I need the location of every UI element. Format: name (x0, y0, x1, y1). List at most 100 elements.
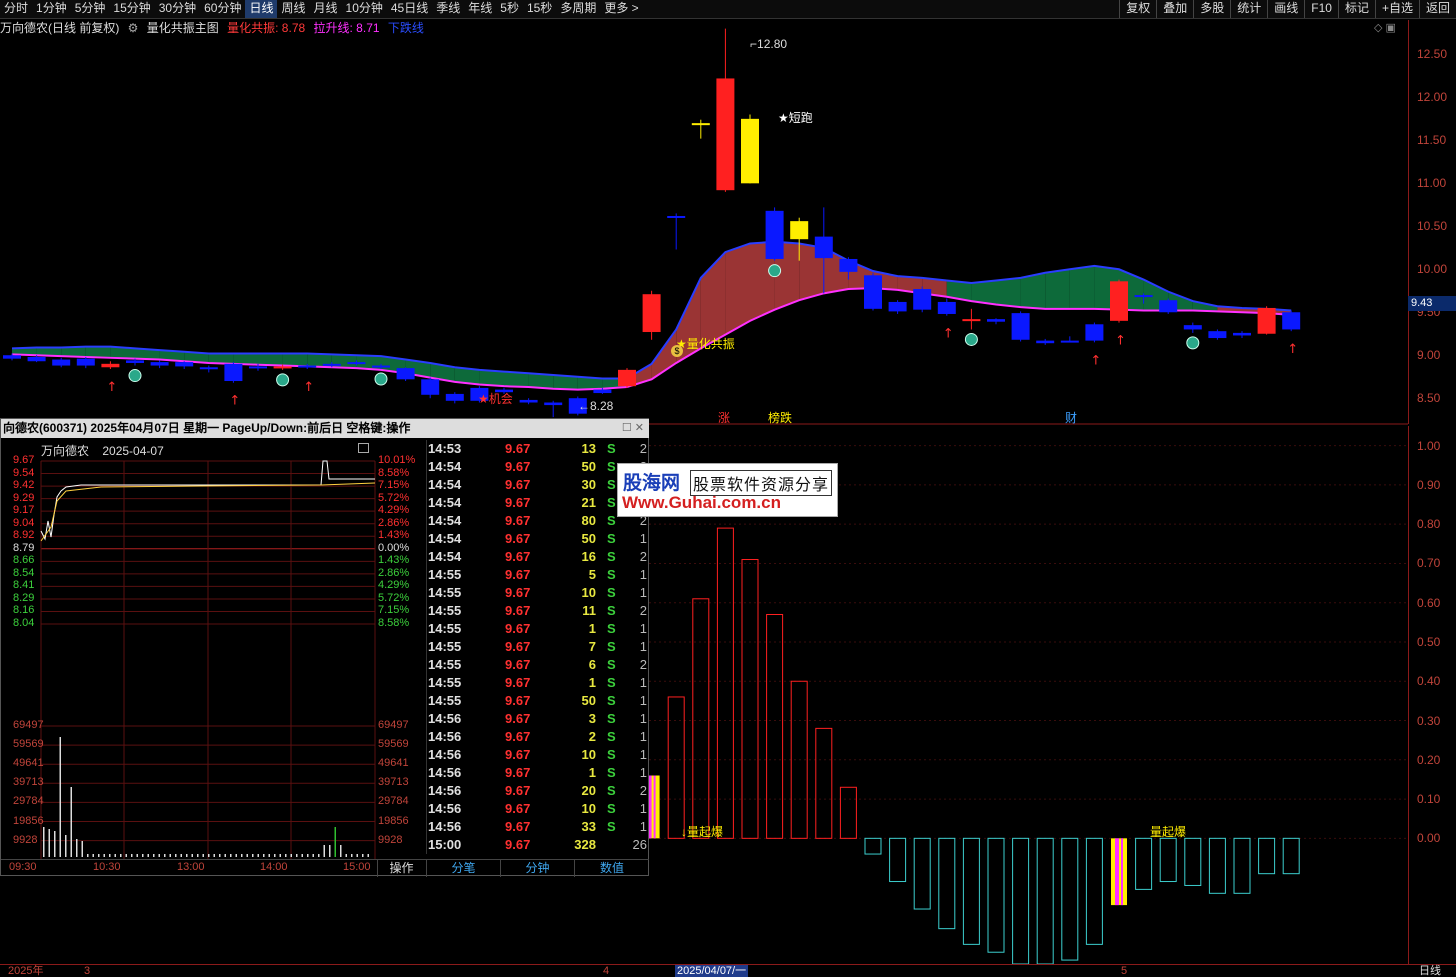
cai-tag[interactable]: 财 (1065, 409, 1077, 426)
volume-bar (169, 854, 171, 857)
volume-bar (246, 854, 248, 857)
bangdie-tag[interactable]: 榜跌 (768, 409, 792, 426)
volume-bar (59, 737, 61, 857)
candle-body (1159, 300, 1178, 313)
volume-right-label: 39713 (378, 776, 409, 789)
up-arrow-marker: ↑ (943, 327, 954, 342)
candle-body (519, 399, 538, 403)
trade-n: 2 (639, 549, 647, 564)
volume-bar (230, 854, 232, 857)
trade-v: 20 (581, 783, 596, 798)
cloud-segment (996, 277, 1021, 308)
volume-bar (241, 854, 243, 857)
indicator-bar (1036, 837, 1054, 965)
volume-bar (252, 854, 254, 857)
candle-body (888, 301, 907, 312)
indicator-tick: 0.70 (1417, 556, 1441, 571)
trade-n: 1 (639, 819, 647, 834)
price-left-label: 8.92 (13, 529, 35, 542)
pct-right-label: 4.29% (378, 579, 410, 592)
candle-body (101, 363, 120, 368)
trade-v: 3 (588, 711, 596, 726)
cloud-segment (1069, 265, 1095, 309)
intraday-popup[interactable]: 向德农(600371) 2025年04月07日 星期一 PageUp/Down:… (0, 418, 649, 877)
volume-bar (136, 854, 138, 857)
close-icon[interactable]: ✕ (635, 422, 644, 434)
trade-row: 14:56 9.67 33 S 1 (427, 818, 650, 836)
trade-n: 1 (639, 747, 647, 762)
popup-footer: 操作 分笔 分钟 数值 (1, 859, 649, 877)
volume-bar (312, 854, 314, 857)
maximize-icon[interactable]: ☐ (622, 422, 632, 434)
price-tick: 12.00 (1417, 90, 1448, 105)
trade-v: 10 (581, 747, 596, 762)
trade-s: S (607, 675, 616, 690)
operate-button[interactable]: 操作 (377, 860, 425, 877)
price-left-label: 9.04 (13, 516, 35, 529)
candle-body (249, 366, 267, 369)
trade-t: 14:54 (428, 477, 462, 492)
trade-t: 14:56 (428, 765, 462, 780)
trade-v: 11 (582, 603, 596, 618)
trade-row: 14:56 9.67 10 S 1 (427, 800, 650, 818)
candle-body (1011, 313, 1030, 340)
trade-t: 14:55 (428, 567, 462, 582)
trade-n: 1 (639, 729, 647, 744)
candle-body (593, 389, 612, 394)
candle-body (790, 221, 809, 240)
trade-row: 14:56 9.67 10 S 1 (427, 746, 650, 764)
burst-bar-stripe (1121, 838, 1123, 906)
trade-row: 14:56 9.67 2 S 1 (427, 728, 650, 746)
volume-bar (54, 831, 56, 857)
candle-body (126, 360, 144, 363)
tab-minutes[interactable]: 分钟 (500, 860, 574, 877)
candle-body (1282, 312, 1301, 330)
volume-bar (81, 841, 83, 857)
mini-expand-icon[interactable] (358, 443, 369, 453)
indicator-tick: 0.20 (1417, 752, 1441, 767)
tab-ticks[interactable]: 分笔 (426, 860, 500, 877)
trade-p: 9.67 (505, 603, 531, 618)
indicator-bar (815, 727, 833, 839)
cloud-segment (725, 243, 750, 335)
price-tick: 11.50 (1417, 133, 1447, 148)
trade-t: 14:56 (428, 801, 462, 816)
trade-n: 1 (639, 765, 647, 780)
trade-t: 14:55 (428, 693, 462, 708)
cloud-segment (258, 353, 283, 366)
popup-window-buttons[interactable]: ☐ ✕ (622, 421, 644, 434)
trade-row: 14:54 9.67 16 S 2 (427, 548, 650, 566)
zhang-tag[interactable]: 涨 (718, 409, 730, 426)
volume-bar (323, 845, 325, 857)
volume-bar (307, 854, 309, 857)
trade-p: 9.67 (505, 747, 531, 762)
volume-bar (76, 839, 78, 857)
trade-row: 14:55 9.67 1 S 1 (427, 674, 650, 692)
pct-right-label: 8.58% (378, 466, 410, 479)
trade-n: 2 (639, 783, 647, 798)
price-left-label: 9.17 (13, 504, 35, 517)
volume-bar (158, 854, 160, 857)
volume-bar (114, 854, 116, 857)
trade-v: 1 (588, 621, 596, 636)
trade-t: 15:00 (428, 837, 462, 852)
indicator-bar (1085, 837, 1103, 945)
price-tick: 10.00 (1417, 262, 1448, 277)
price-left-label: 8.29 (13, 591, 35, 604)
trade-t: 14:55 (428, 621, 462, 636)
check-badge-icon (374, 372, 388, 386)
candle-body (765, 210, 784, 259)
candle-body (937, 301, 956, 314)
volume-right-label: 49641 (378, 757, 409, 770)
cloud-segment (1045, 269, 1070, 309)
trade-t: 14:55 (428, 675, 462, 690)
tab-values[interactable]: 数值 (574, 860, 649, 877)
indicator-tick: 0.00 (1417, 831, 1441, 846)
burst-bar-stripe (1115, 838, 1119, 906)
tick-trades-list[interactable]: 14:539.6713S214:549.6750S214:549.6730S21… (426, 440, 649, 854)
trade-p: 9.67 (505, 639, 531, 654)
indicator-bar (1135, 837, 1153, 890)
volume-bar (318, 854, 320, 857)
candle-body (1208, 331, 1227, 339)
trade-s: S (607, 531, 616, 546)
